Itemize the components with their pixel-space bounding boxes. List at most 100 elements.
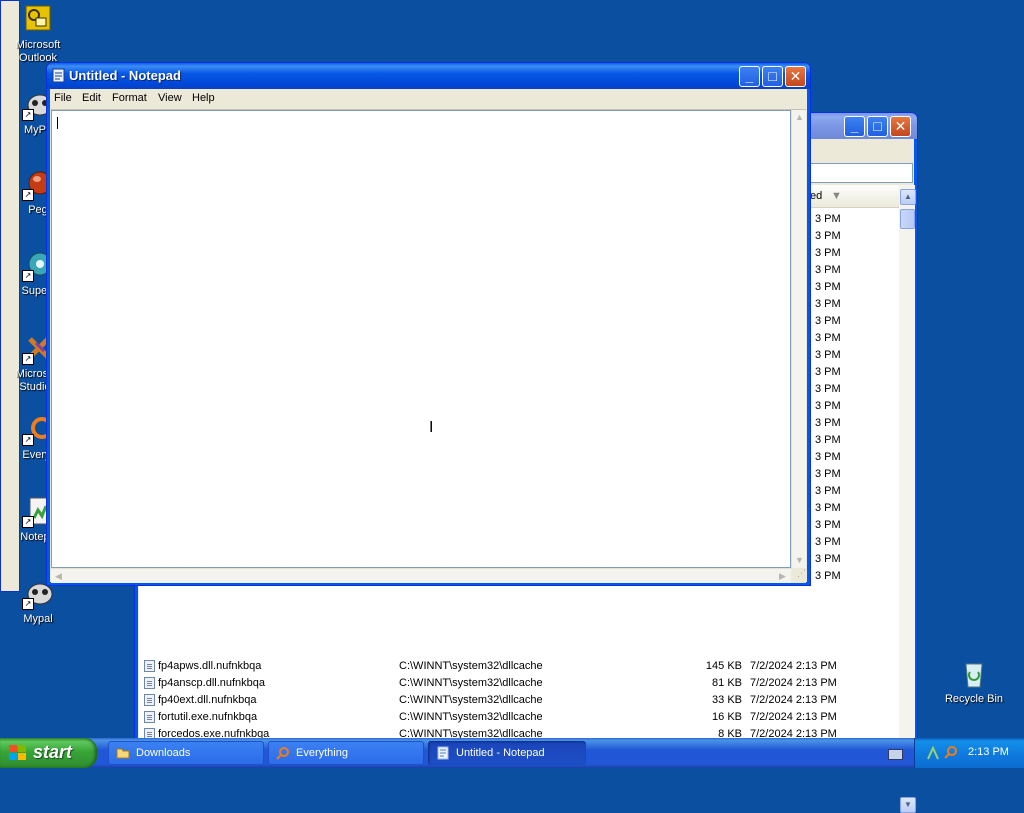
menu-bar: File Edit Format View Help xyxy=(51,89,806,110)
menu-edit[interactable]: Edit xyxy=(82,92,101,104)
scroll-up-button[interactable]: ▲ xyxy=(900,189,916,205)
keyboard-layout-icon[interactable] xyxy=(888,749,903,760)
resize-grip[interactable]: ⋰ xyxy=(791,568,806,583)
minimize-button[interactable]: _ xyxy=(739,66,760,87)
shortcut-arrow-icon: ↗ xyxy=(22,353,34,365)
file-size: 16 KB xyxy=(712,711,742,723)
file-icon xyxy=(144,694,155,706)
start-button[interactable]: start xyxy=(0,738,97,768)
scroll-up-icon[interactable]: ▲ xyxy=(792,110,807,125)
shortcut-arrow-icon: ↗ xyxy=(22,598,34,610)
shortcut-arrow-icon: ↗ xyxy=(22,434,34,446)
partial-date-cell: 3 PM xyxy=(815,519,841,531)
table-row[interactable]: fp40ext.dll.nufnkbqa C:\WINNT\system32\dl… xyxy=(139,692,899,709)
taskbar-button-downloads[interactable]: Downloads xyxy=(108,741,264,765)
search-tray-icon[interactable] xyxy=(944,745,958,764)
table-row[interactable]: fortutil.exe.nufnkbqa C:\WINNT\system32\d… xyxy=(139,709,899,726)
file-path: C:\WINNT\system32\dllcache xyxy=(399,677,543,689)
shortcut-arrow-icon: ↗ xyxy=(22,516,34,528)
shortcut-arrow-icon: ↗ xyxy=(22,109,34,121)
file-icon xyxy=(144,660,155,672)
maximize-button[interactable]: □ xyxy=(867,116,888,137)
partial-date-cell: 3 PM xyxy=(815,281,841,293)
scroll-right-icon[interactable]: ▶ xyxy=(775,569,790,584)
text-editor[interactable]: I xyxy=(51,110,791,568)
file-icon xyxy=(144,711,155,723)
horizontal-scrollbar[interactable]: ◀ ▶ xyxy=(51,568,791,583)
maximize-icon: □ xyxy=(768,68,777,84)
scroll-thumb[interactable] xyxy=(900,209,915,229)
file-size: 145 KB xyxy=(705,660,742,672)
desktop-icon-label: Mypal xyxy=(23,613,53,625)
file-date: 7/2/2024 2:13 PM xyxy=(750,660,837,672)
partial-date-cell: 3 PM xyxy=(815,502,841,514)
folder-icon xyxy=(116,746,130,760)
partial-date-cell: 3 PM xyxy=(815,298,841,310)
system-tray: 2:13 PM xyxy=(914,738,1024,768)
close-button[interactable]: ✕ xyxy=(785,66,806,87)
table-row[interactable]: fp4apws.dll.nufnkbqa C:\WINNT\system32\dl… xyxy=(139,658,899,675)
text-caret xyxy=(57,117,58,129)
partial-date-cell: 3 PM xyxy=(815,332,841,344)
partial-date-cell: 3 PM xyxy=(815,468,841,480)
file-date: 7/2/2024 2:13 PM xyxy=(750,711,837,723)
notepad-icon xyxy=(52,68,66,83)
windows-logo-icon xyxy=(9,745,27,761)
partial-date-cell: 3 PM xyxy=(815,213,841,225)
partial-date-cell: 3 PM xyxy=(815,349,841,361)
close-button[interactable]: ✕ xyxy=(890,116,911,137)
taskbar-button-everything[interactable]: Everything xyxy=(268,741,424,765)
taskbar: start Downloads Everything Untitled - No… xyxy=(0,738,1024,768)
i-beam-cursor-icon: I xyxy=(429,419,434,436)
partial-date-cell: 3 PM xyxy=(815,485,841,497)
menu-view[interactable]: View xyxy=(158,92,182,104)
network-icon[interactable] xyxy=(926,745,940,764)
taskbar-button-notepad[interactable]: Untitled - Notepad xyxy=(428,741,586,765)
menu-help[interactable]: Help xyxy=(192,92,215,104)
partial-date-cell: 3 PM xyxy=(815,570,841,582)
maximize-button[interactable]: □ xyxy=(762,66,783,87)
partial-date-cell: 3 PM xyxy=(815,264,841,276)
outlook-icon xyxy=(22,4,54,36)
file-size: 33 KB xyxy=(712,694,742,706)
file-date: 7/2/2024 2:13 PM xyxy=(750,677,837,689)
scroll-down-icon[interactable]: ▼ xyxy=(792,553,807,568)
taskbar-button-label: Downloads xyxy=(136,747,191,759)
list-scrollbar[interactable]: ▲ ▼ xyxy=(899,185,916,813)
partial-date-cell: 3 PM xyxy=(815,434,841,446)
taskbar-button-label: Everything xyxy=(296,747,348,759)
search-input[interactable] xyxy=(799,163,913,183)
search-icon xyxy=(276,746,290,760)
menu-format[interactable]: Format xyxy=(112,92,147,104)
file-name: fp40ext.dll.nufnkbqa xyxy=(158,694,257,706)
clock[interactable]: 2:13 PM xyxy=(968,746,1009,758)
minimize-icon: _ xyxy=(745,68,754,84)
file-icon xyxy=(144,677,155,689)
desktop-icon-label: Recycle Bin xyxy=(944,693,1004,705)
menu-file[interactable]: File xyxy=(54,92,72,104)
close-icon: ✕ xyxy=(789,68,802,84)
file-date: 7/2/2024 2:13 PM xyxy=(750,694,837,706)
desktop-icon-outlook[interactable]: Microsoft Outlook xyxy=(0,4,76,65)
shortcut-arrow-icon: ↗ xyxy=(22,270,34,282)
minimize-icon: _ xyxy=(850,118,859,134)
partial-date-cell: 3 PM xyxy=(815,400,841,412)
file-name: fortutil.exe.nufnkbqa xyxy=(158,711,258,723)
notepad-titlebar[interactable]: Untitled - Notepad _ □ ✕ xyxy=(47,63,810,89)
window-title: Untitled - Notepad xyxy=(69,68,181,83)
date-modified-header[interactable]: ed xyxy=(810,190,822,202)
close-icon: ✕ xyxy=(894,118,907,134)
table-row[interactable]: fp4anscp.dll.nufnkbqa C:\WINNT\system32\d… xyxy=(139,675,899,692)
minimize-button[interactable]: _ xyxy=(844,116,865,137)
partial-date-cell: 3 PM xyxy=(815,553,841,565)
scroll-left-icon[interactable]: ◀ xyxy=(51,569,66,584)
file-path: C:\WINNT\system32\dllcache xyxy=(399,711,543,723)
desktop-icon-recycle-bin[interactable]: Recycle Bin xyxy=(936,658,1012,706)
notepad-window[interactable]: Untitled - Notepad _ □ ✕ File Edit Forma… xyxy=(46,62,811,586)
file-path: C:\WINNT\system32\dllcache xyxy=(399,694,543,706)
partial-date-cell: 3 PM xyxy=(815,417,841,429)
file-path: C:\WINNT\system32\dllcache xyxy=(399,660,543,672)
partial-date-cell: 3 PM xyxy=(815,366,841,378)
vertical-scrollbar[interactable]: ▲ ▼ xyxy=(791,110,806,568)
scroll-down-button[interactable]: ▼ xyxy=(900,797,916,813)
